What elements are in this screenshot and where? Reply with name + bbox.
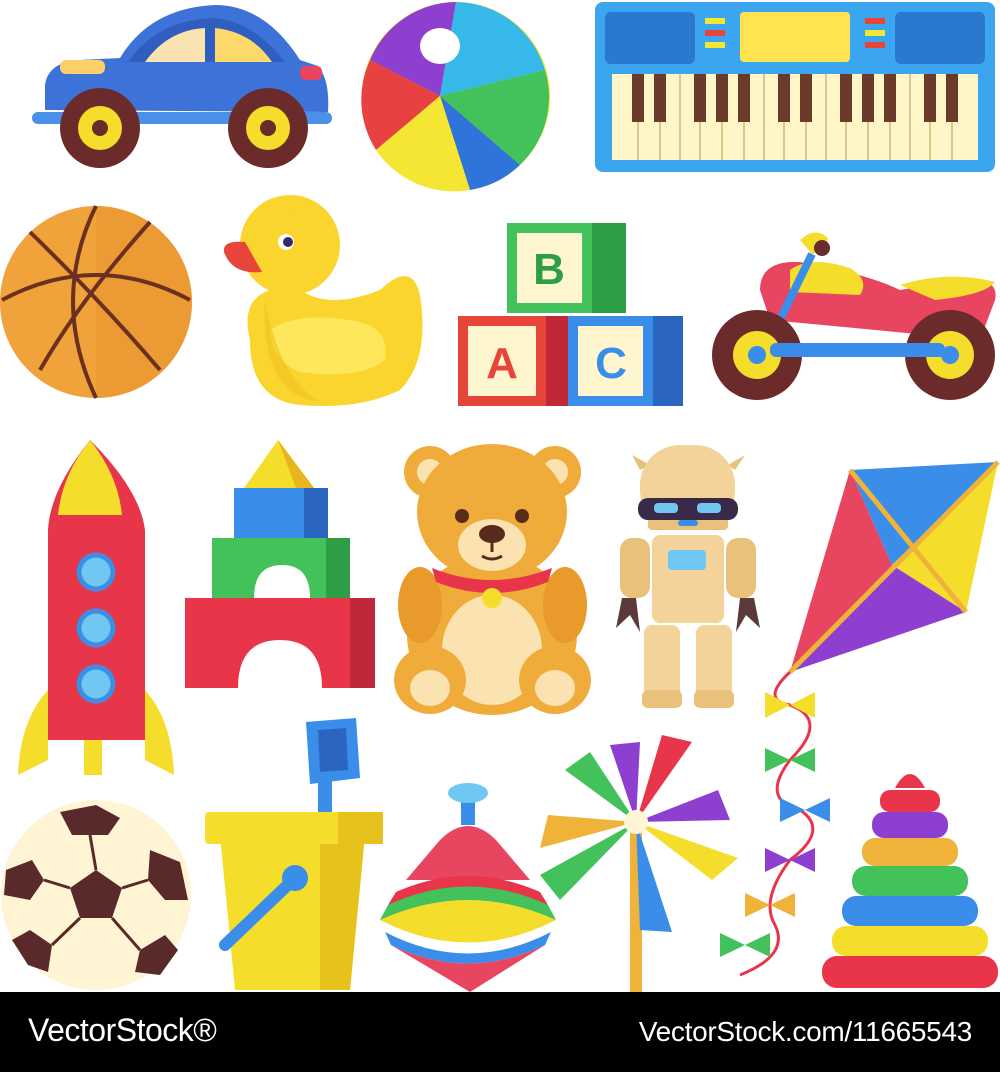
spinning-top-icon: [380, 783, 556, 992]
sand-bucket-icon: [205, 718, 383, 990]
toy-car-icon: [32, 5, 332, 168]
beach-ball-icon: [361, 2, 550, 192]
block-letter-a: A: [486, 339, 518, 388]
abc-blocks-icon: B A C: [458, 223, 683, 406]
rocket-icon: [18, 440, 174, 775]
toys-illustration: B A C: [0, 2, 1000, 992]
footer-bar: VectorStock® VectorStock.com/11665543: [0, 992, 1000, 1072]
stacking-rings-icon: [822, 774, 998, 988]
toy-keyboard-icon: [595, 2, 995, 172]
vectorstock-logo[interactable]: VectorStock®: [28, 1010, 217, 1050]
pinwheel-icon: [540, 735, 738, 992]
basketball-icon: [0, 205, 192, 399]
teddy-bear-icon: [394, 444, 591, 715]
building-blocks-icon: [185, 440, 375, 688]
robot-icon: [616, 445, 760, 708]
block-letter-c: C: [595, 339, 627, 388]
block-letter-b: B: [533, 245, 565, 294]
image-id-label: VectorStock.com/11665543: [638, 1016, 972, 1047]
rubber-duck-icon: [223, 195, 423, 406]
soccer-ball-icon: [1, 800, 191, 990]
toy-motorcycle-icon: [712, 232, 996, 400]
